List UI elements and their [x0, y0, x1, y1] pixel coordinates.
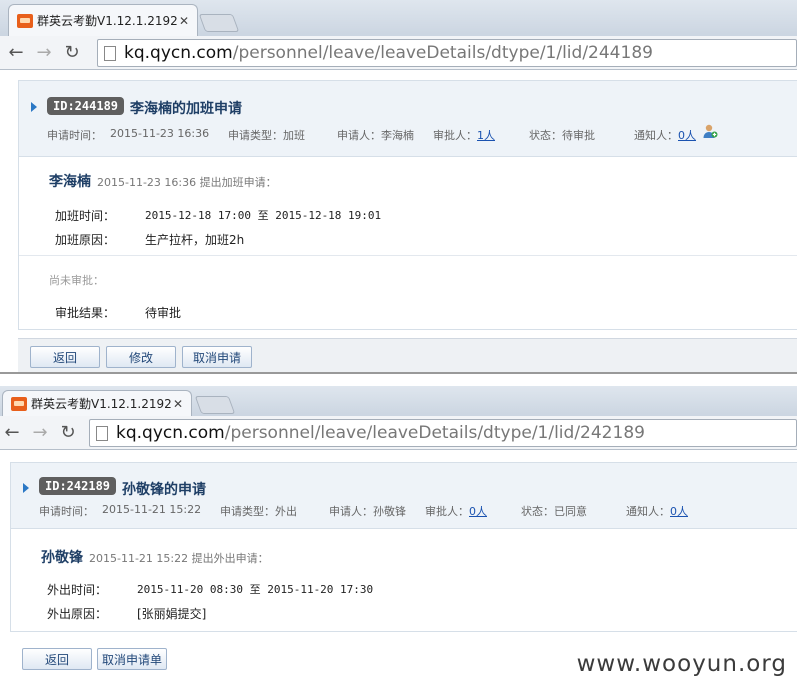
submit-line-2: 2015-11-21 15:22 提出外出申请： [89, 552, 269, 565]
request-meta: 申请时间： 2015-11-23 16:36 申请类型： 加班 申请人： 李海楠… [47, 124, 718, 143]
submit-line: 2015-11-23 16:36 提出加班申请： [97, 176, 277, 189]
browser-tab-2[interactable]: 群英云考勤V1.12.1.2192 ✕ [2, 390, 192, 416]
overtime-time-label: 加班时间： [55, 209, 116, 223]
browser-toolbar-2: ← → ↻ kq.qycn.com /personnel/leave/leave… [0, 416, 797, 450]
watermark: www.wooyun.org [576, 651, 787, 677]
edit-button[interactable]: 修改 [106, 346, 176, 368]
action-bar: 返回 修改 取消申请 [18, 338, 797, 372]
outing-time-value: 2015-11-20 08:30 至 2015-11-20 17:30 [137, 583, 374, 596]
reload-icon[interactable]: ↻ [60, 41, 84, 65]
expand-arrow-icon[interactable] [23, 483, 29, 493]
notify-link[interactable]: 0人 [670, 503, 688, 519]
section-divider [19, 255, 797, 256]
request-type: 加班 [283, 129, 305, 142]
approver-link[interactable]: 0人 [469, 503, 487, 519]
status-label: 状态： [529, 129, 562, 142]
status-label: 状态： [521, 505, 554, 518]
overtime-reason-value: 生产拉杆，加班2h [145, 233, 245, 247]
request-id-badge: ID:244189 [47, 97, 125, 115]
browser-tab-strip-2: 群英云考勤V1.12.1.2192 ✕ [0, 386, 797, 416]
status-value: 已同意 [554, 505, 587, 518]
pending-label: 尚未审批： [49, 274, 104, 287]
request-id-badge-2: ID:242189 [39, 477, 117, 495]
url-path: /personnel/leave/leaveDetails/dtype/1/li… [232, 43, 653, 63]
page-icon [96, 425, 108, 441]
approver-link[interactable]: 1人 [477, 127, 495, 143]
applicant-name: 李海楠 [49, 174, 91, 190]
result-value: 待审批 [145, 306, 182, 320]
tab-title: 群英云考勤V1.12.1.2192 [37, 14, 177, 28]
outing-reason-value: [张丽娟提交] [137, 607, 207, 621]
url-path-2: /personnel/leave/leaveDetails/dtype/1/li… [224, 423, 645, 443]
request-detail-panel: ID:244189 李海楠的加班申请 申请时间： 2015-11-23 16:3… [18, 80, 797, 330]
forward-arrow-icon[interactable]: → [32, 41, 56, 65]
address-bar-2[interactable]: kq.qycn.com /personnel/leave/leaveDetail… [89, 419, 797, 447]
approver-label: 审批人： [425, 505, 469, 518]
request-meta-2: 申请时间： 2015-11-21 15:22 申请类型： 外出 申请人： 孙敬锋… [39, 503, 688, 519]
cancel-request-button[interactable]: 取消申请 [182, 346, 252, 368]
page-icon [104, 45, 116, 61]
expand-arrow-icon[interactable] [31, 102, 37, 112]
browser-tab-strip: 群英云考勤V1.12.1.2192 ✕ [0, 0, 797, 36]
browser-tab[interactable]: 群英云考勤V1.12.1.2192 ✕ [8, 4, 198, 36]
reload-icon[interactable]: ↻ [56, 421, 80, 445]
apply-time-label: 申请时间： [47, 129, 102, 142]
screenshot-separator [0, 372, 797, 374]
apply-time-label: 申请时间： [39, 505, 94, 518]
request-title-2: 孙敬锋的申请 [122, 482, 206, 498]
apply-time: 2015-11-21 15:22 [102, 503, 202, 516]
applicant-label: 申请人： [329, 505, 373, 518]
back-button[interactable]: 返回 [30, 346, 100, 368]
close-tab-icon[interactable]: ✕ [173, 397, 183, 411]
overtime-time-value: 2015-12-18 17:00 至 2015-12-18 19:01 [145, 209, 382, 222]
close-tab-icon[interactable]: ✕ [179, 14, 189, 28]
browser-toolbar: ← → ↻ kq.qycn.com /personnel/leave/leave… [0, 36, 797, 70]
type-label: 申请类型： [228, 129, 283, 142]
address-bar[interactable]: kq.qycn.com /personnel/leave/leaveDetail… [97, 39, 797, 67]
url-host-2: kq.qycn.com [116, 423, 225, 443]
notify-label: 通知人： [634, 129, 678, 142]
url-host: kq.qycn.com [124, 43, 233, 63]
applicant: 李海楠 [381, 129, 414, 142]
notify-link[interactable]: 0人 [678, 127, 696, 143]
cancel-request-form-button[interactable]: 取消申请单 [97, 648, 167, 670]
apply-time: 2015-11-23 16:36 [110, 127, 210, 140]
request-detail-panel-2: ID:242189 孙敬锋的申请 申请时间： 2015-11-21 15:22 … [10, 462, 797, 632]
back-arrow-icon[interactable]: ← [0, 421, 24, 445]
request-header-2: ID:242189 孙敬锋的申请 申请时间： 2015-11-21 15:22 … [11, 463, 797, 529]
request-type: 外出 [275, 505, 297, 518]
outing-reason-label: 外出原因： [47, 607, 108, 621]
request-title: 李海楠的加班申请 [130, 101, 242, 117]
notify-label: 通知人： [626, 505, 670, 518]
app-favicon-icon [11, 396, 27, 411]
new-tab-button-2[interactable] [194, 396, 236, 414]
new-tab-button[interactable] [198, 14, 240, 32]
applicant-label: 申请人： [337, 129, 381, 142]
result-label: 审批结果： [55, 306, 116, 320]
request-header: ID:244189 李海楠的加班申请 申请时间： 2015-11-23 16:3… [19, 81, 797, 157]
outing-time-label: 外出时间： [47, 583, 108, 597]
app-favicon-icon [17, 13, 33, 28]
back-arrow-icon[interactable]: ← [4, 41, 28, 65]
applicant-name-2: 孙敬锋 [41, 550, 83, 566]
forward-arrow-icon[interactable]: → [28, 421, 52, 445]
add-user-icon[interactable] [702, 123, 718, 139]
tab-title-2: 群英云考勤V1.12.1.2192 [31, 397, 171, 411]
type-label: 申请类型： [220, 505, 275, 518]
approver-label: 审批人： [433, 129, 477, 142]
overtime-reason-label: 加班原因： [55, 233, 116, 247]
applicant: 孙敬锋 [373, 505, 406, 518]
back-button-2[interactable]: 返回 [22, 648, 92, 670]
status-value: 待审批 [562, 129, 595, 142]
